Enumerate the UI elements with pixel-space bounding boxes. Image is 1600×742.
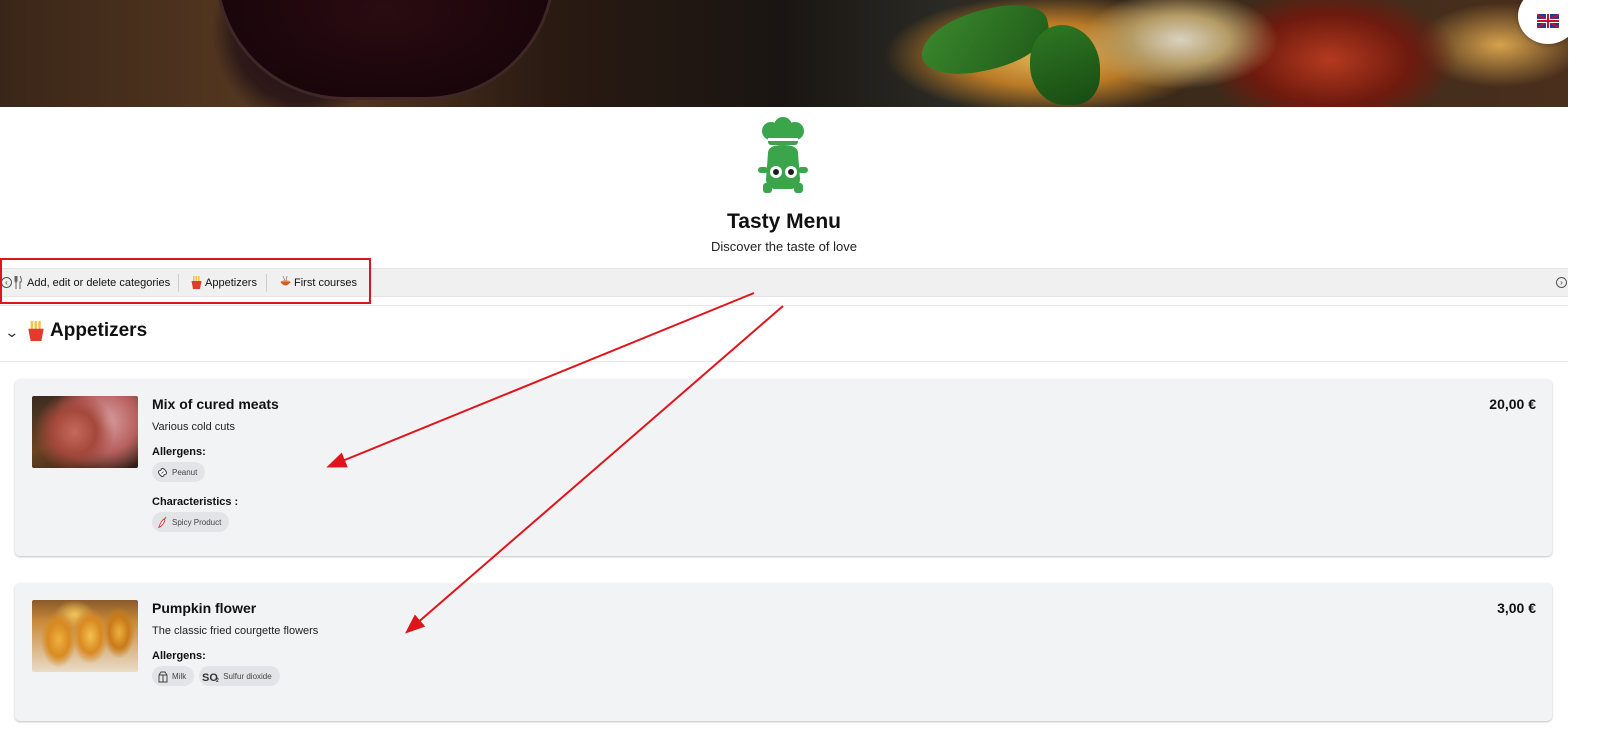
characteristic-chip: Spicy Product [152,512,230,532]
characteristic-list: Spicy Product [152,512,230,532]
characteristics-label: Characteristics : [152,496,239,508]
svg-text:2: 2 [216,678,219,683]
right-gutter [1568,0,1600,742]
characteristic-label-text: Spicy Product [172,517,222,527]
dish-price: 20,00 € [1489,396,1536,412]
restaurant-title: Tasty Menu [727,210,841,233]
chevron-down-icon[interactable]: ⌄ [4,324,19,341]
restaurant-tagline: Discover the taste of love [711,239,857,254]
allergen-label: Peanut [172,467,198,477]
dish-name: Pumpkin flower [152,600,257,616]
scroll-right-icon[interactable]: › [1556,277,1567,288]
dish-card[interactable]: Mix of cured meats Various cold cuts 20,… [15,379,1552,556]
chef-mascot-logo [758,117,808,193]
section-header-appetizers[interactable]: ⌄ Appetizers [0,305,1568,362]
milk-carton-icon [155,669,169,683]
allergen-chip: SO 2 Sulfur dioxide [199,666,280,686]
basil-leaf-graphic [1030,25,1100,105]
chili-pepper-icon [155,515,169,529]
uk-flag-icon [1537,14,1559,28]
allergen-list: Milk SO 2 Sulfur dioxide [152,666,280,686]
fries-icon [28,321,44,341]
hero-banner-image [0,0,1568,107]
section-title-label: Appetizers [50,320,148,341]
dish-card[interactable]: Pumpkin flower The classic fried courget… [15,583,1552,721]
allergens-label: Allergens: [152,650,206,662]
annotation-highlight-box [0,258,371,304]
section-title: Appetizers [26,320,147,342]
allergen-chip: Milk [152,666,195,686]
dish-description: The classic fried courgette flowers [152,625,319,637]
dish-photo-pumpkin-flower [32,600,138,672]
allergen-chip: Peanut [152,462,206,482]
allergen-list: Peanut [152,462,206,482]
dish-price: 3,00 € [1497,600,1536,616]
wine-glass-graphic [215,0,555,100]
dish-photo-cured-meats [32,396,138,468]
allergens-label: Allergens: [152,446,206,458]
dish-name: Mix of cured meats [152,396,279,412]
allergen-label: Sulfur dioxide [223,671,272,681]
dish-description: Various cold cuts [152,421,235,433]
so2-icon: SO 2 [202,669,220,683]
peanut-icon [155,465,169,479]
allergen-label: Milk [172,671,187,681]
